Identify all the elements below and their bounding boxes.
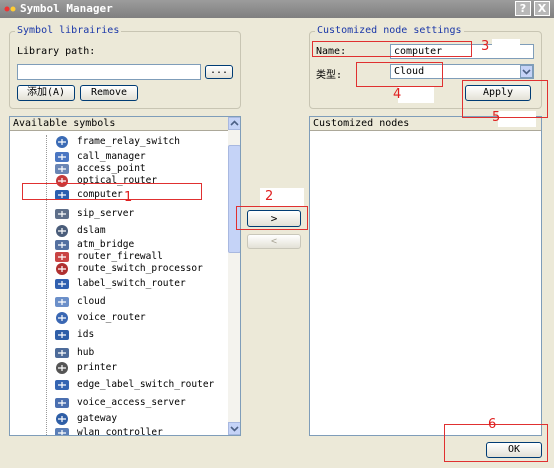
- symbol-list-item[interactable]: ids: [10, 328, 210, 342]
- annotation-number-1: 1: [124, 190, 133, 205]
- library-path-input[interactable]: [17, 64, 201, 80]
- route-switch-processor-icon: [54, 262, 70, 276]
- symbol-list-item-label: gateway: [77, 413, 118, 424]
- frame-relay-switch-icon: [54, 135, 70, 149]
- scroll-down-icon[interactable]: [228, 422, 240, 435]
- symbol-list-item[interactable]: hub: [10, 346, 210, 360]
- printer-icon: [54, 361, 70, 375]
- customized-nodes-panel: Customized nodes: [309, 116, 542, 436]
- type-label: 类型:: [316, 70, 343, 81]
- symbol-libraries-label: Symbol librairies: [15, 25, 122, 36]
- symbol-list-item[interactable]: voice_access_server: [10, 396, 210, 410]
- annotation-number-5: 5: [492, 110, 501, 125]
- symbol-list-item-label: wlan_controller: [77, 427, 163, 436]
- symbol-list-item-label: printer: [77, 362, 118, 373]
- dropdown-arrow-icon[interactable]: [520, 65, 533, 78]
- symbol-list-item[interactable]: route_switch_processor: [10, 262, 210, 276]
- help-button[interactable]: ?: [515, 1, 531, 16]
- symbol-list-item-label: frame_relay_switch: [77, 136, 180, 147]
- ids-icon: [54, 328, 70, 342]
- available-symbols-panel: Available symbols frame_relay_switch call…: [9, 116, 241, 436]
- symbol-list-item[interactable]: frame_relay_switch: [10, 135, 210, 149]
- dslam-icon: [54, 224, 70, 238]
- sip-server-icon: [54, 207, 70, 221]
- scroll-up-icon[interactable]: [228, 117, 240, 130]
- title-bar: Symbol Manager ? X: [0, 0, 554, 18]
- symbol-list-item[interactable]: voice_router: [10, 311, 210, 325]
- symbol-list-item[interactable]: cloud: [10, 295, 210, 309]
- annotation-number-4: 4: [393, 87, 402, 102]
- symbol-list-item-label: cloud: [77, 296, 106, 307]
- wlan-controller-icon: [54, 426, 70, 435]
- annotation-box-3: [312, 41, 472, 57]
- add-library-button[interactable]: 添加(A): [17, 85, 75, 101]
- node-settings-label: Customized node settings: [315, 25, 464, 36]
- symbol-list-item[interactable]: wlan_controller: [10, 426, 210, 436]
- symbol-list-item-label: voice_router: [77, 312, 146, 323]
- symbol-list-item[interactable]: sip_server: [10, 207, 210, 221]
- voice-router-icon: [54, 311, 70, 325]
- annotation-box-4: [356, 62, 443, 87]
- symbol-list-item-label: access_point: [77, 163, 146, 174]
- cloud-icon: [54, 295, 70, 309]
- browse-button[interactable]: ...: [205, 65, 233, 79]
- symbol-list-item[interactable]: dslam: [10, 224, 210, 238]
- scrollbar[interactable]: [228, 117, 240, 435]
- hub-icon: [54, 346, 70, 360]
- symbol-list-item-label: route_switch_processor: [77, 263, 203, 274]
- symbol-list-item-label: voice_access_server: [77, 397, 186, 408]
- symbol-list-item[interactable]: printer: [10, 361, 210, 375]
- annotation-box-5: [462, 80, 548, 118]
- close-button[interactable]: X: [534, 1, 550, 16]
- annotation-backdrop: [398, 87, 434, 103]
- annotation-box-1: [22, 183, 202, 200]
- gateway-icon: [54, 412, 70, 426]
- library-path-label: Library path:: [17, 46, 96, 57]
- symbol-list-item[interactable]: gateway: [10, 412, 210, 426]
- symbol-list-item-label: atm_bridge: [77, 239, 135, 250]
- symbol-list-item-label: edge_label_switch_router: [77, 379, 215, 390]
- annotation-backdrop: [492, 39, 520, 57]
- remove-node-button[interactable]: <: [247, 234, 301, 249]
- symbol-list-item-label: label_switch_router: [77, 278, 186, 289]
- edge-label-switch-router-icon: [54, 378, 70, 392]
- annotation-number-3: 3: [481, 39, 490, 54]
- symbol-list-item-label: sip_server: [77, 208, 135, 219]
- symbol-list-item-label: router_firewall: [77, 251, 163, 262]
- scroll-thumb[interactable]: [228, 145, 240, 253]
- tree-connector-line: [46, 135, 47, 435]
- symbol-list-item[interactable]: edge_label_switch_router: [10, 378, 214, 392]
- symbol-list-item-label: ids: [77, 329, 95, 340]
- annotation-box-2: [236, 206, 308, 230]
- window-title: Symbol Manager: [20, 2, 113, 15]
- label-switch-router-icon: [54, 277, 70, 291]
- remove-library-button[interactable]: Remove: [80, 85, 138, 101]
- annotation-number-2: 2: [265, 189, 274, 204]
- annotation-number-6: 6: [488, 417, 497, 432]
- available-symbols-list: frame_relay_switch call_manager access_poi…: [10, 117, 228, 435]
- symbol-list-item-label: call_manager: [77, 151, 146, 162]
- voice-access-server-icon: [54, 396, 70, 410]
- symbol-list-item-label: dslam: [77, 225, 106, 236]
- symbol-list-item[interactable]: label_switch_router: [10, 277, 210, 291]
- symbol-list-item-label: hub: [77, 347, 95, 358]
- app-icon: [4, 6, 16, 12]
